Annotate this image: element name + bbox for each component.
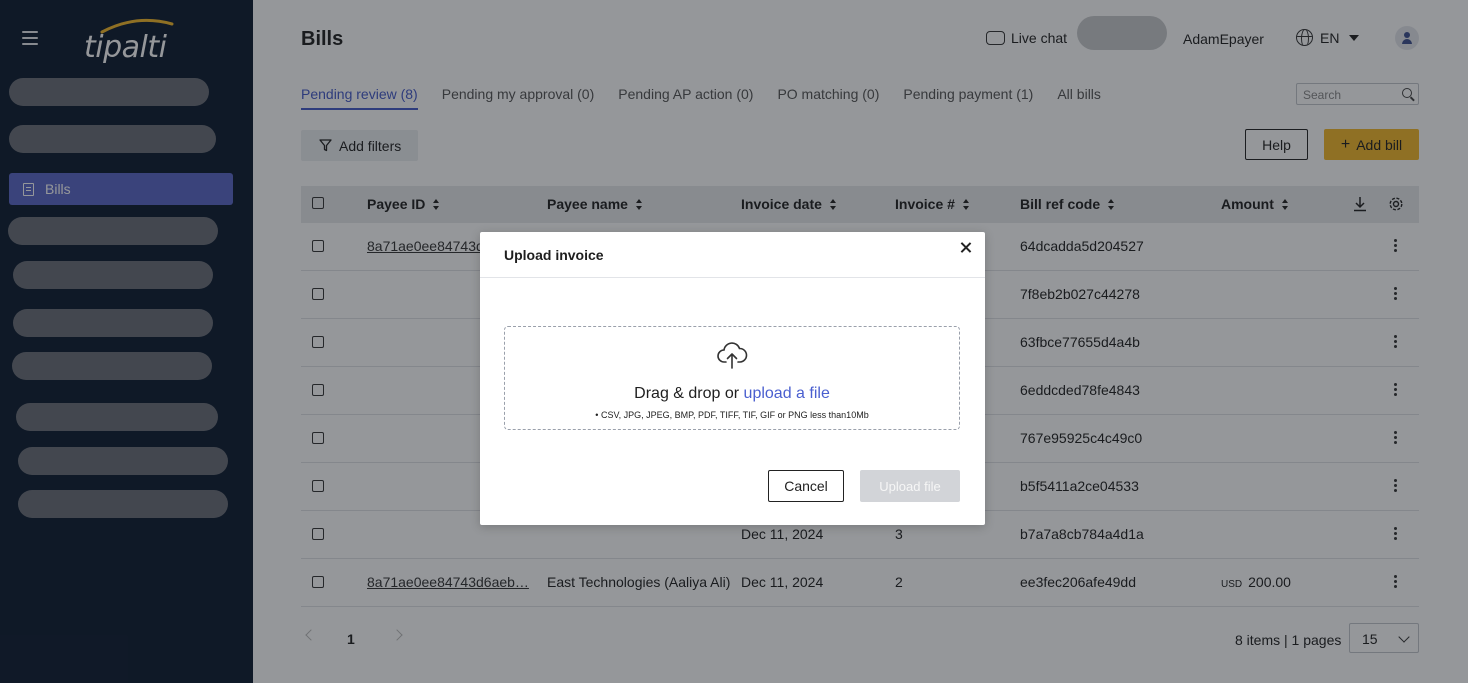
dialog-header: Upload invoice xyxy=(480,232,985,278)
upload-file-link[interactable]: upload a file xyxy=(744,385,830,402)
upload-invoice-dialog: Upload invoice Drag & drop or upload a f… xyxy=(480,232,985,525)
file-type-hint: • CSV, JPG, JPEG, BMP, PDF, TIFF, TIF, G… xyxy=(595,410,869,420)
upload-file-button[interactable]: Upload file xyxy=(860,470,960,502)
dropzone-text: Drag & drop or upload a file xyxy=(505,385,959,403)
drag-drop-label: Drag & drop or xyxy=(634,385,744,402)
file-dropzone[interactable]: Drag & drop or upload a file • CSV, JPG,… xyxy=(504,326,960,430)
close-icon[interactable] xyxy=(960,242,972,254)
cancel-button[interactable]: Cancel xyxy=(768,470,844,502)
cloud-upload-icon xyxy=(717,342,748,369)
dialog-title: Upload invoice xyxy=(504,247,604,263)
